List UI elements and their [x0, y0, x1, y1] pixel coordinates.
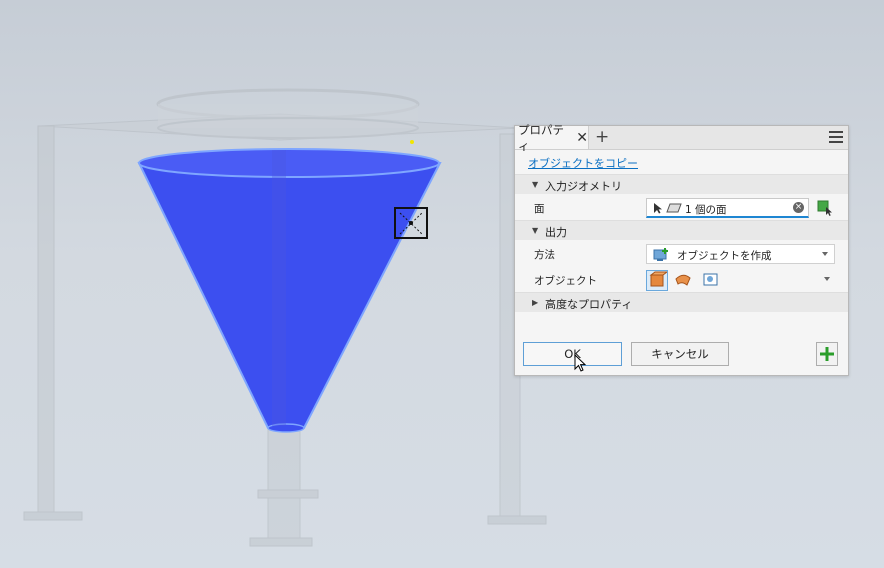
tab-properties-label: プロパティ: [518, 122, 564, 153]
face-label: 面: [534, 203, 545, 215]
create-object-icon: [653, 248, 668, 261]
section-advanced-properties[interactable]: ▶ 高度なプロパティ: [515, 292, 848, 312]
face-value: 1 個の面: [685, 204, 727, 216]
face-picker-icon[interactable]: [817, 199, 835, 217]
surface-body-button[interactable]: [673, 270, 695, 291]
copy-object-link[interactable]: オブジェクトをコピー: [528, 155, 638, 171]
method-row: 方法 オブジェクトを作成: [515, 240, 848, 266]
clear-icon[interactable]: ×: [793, 202, 804, 213]
expand-triangle-icon: ▶: [532, 298, 539, 307]
face-row: 面 1 個の面 ×: [515, 194, 848, 220]
add-tab-icon[interactable]: +: [595, 127, 609, 147]
mouse-cursor-icon: [574, 354, 587, 372]
collapse-triangle-icon: ▼: [532, 226, 539, 235]
select-arrow-icon: [654, 203, 662, 214]
selected-cone-face[interactable]: [137, 148, 442, 433]
method-value: オブジェクトを作成: [677, 250, 772, 262]
yellow-point: [410, 140, 414, 144]
composite-icon: [703, 273, 718, 286]
section-output[interactable]: ▼ 出力: [515, 220, 848, 240]
hamburger-menu-icon[interactable]: [829, 131, 843, 144]
face-selector-field[interactable]: 1 個の面 ×: [646, 198, 809, 218]
tab-properties[interactable]: プロパティ ✕: [515, 123, 589, 153]
ok-button[interactable]: OK: [523, 342, 622, 366]
add-button[interactable]: [816, 342, 838, 366]
collapse-triangle-icon: ▼: [532, 180, 539, 189]
section-advanced-title: 高度なプロパティ: [545, 298, 633, 311]
properties-panel: プロパティ ✕ + オブジェクトをコピー ▼ 入力ジオメトリ 面 1 個の面 ×: [514, 123, 849, 376]
method-label: 方法: [534, 249, 555, 261]
surface-icon: [675, 274, 691, 286]
solid-body-button[interactable]: [646, 270, 669, 291]
object-row: オブジェクト: [515, 266, 848, 292]
solid-body-icon: [649, 271, 669, 287]
panel-tab-bar: プロパティ ✕ +: [515, 123, 848, 153]
object-label: オブジェクト: [534, 275, 597, 287]
object-dropdown-caret-icon[interactable]: [824, 277, 830, 281]
section-input-geometry-title: 入力ジオメトリ: [545, 180, 622, 193]
plus-icon: [820, 347, 834, 361]
panel-footer: OK キャンセル: [515, 335, 848, 375]
method-dropdown[interactable]: オブジェクトを作成: [646, 244, 835, 264]
composite-button[interactable]: [701, 270, 723, 291]
close-icon[interactable]: ✕: [576, 131, 588, 145]
cancel-button[interactable]: キャンセル: [631, 342, 729, 366]
face-icon: [666, 203, 682, 213]
section-input-geometry[interactable]: ▼ 入力ジオメトリ: [515, 174, 848, 194]
section-output-title: 出力: [545, 226, 567, 239]
chevron-down-icon: [822, 252, 828, 256]
